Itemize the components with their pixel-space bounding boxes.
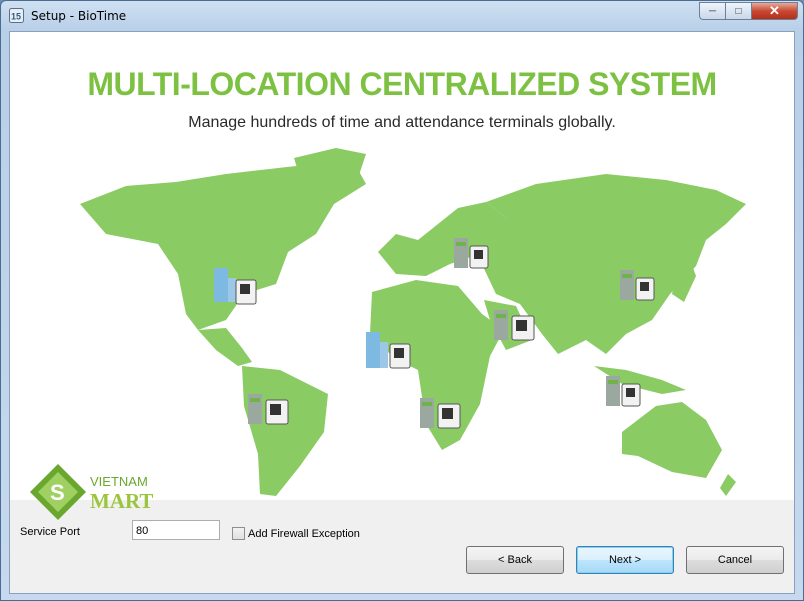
- svg-text:15: 15: [11, 12, 21, 22]
- cancel-button[interactable]: Cancel: [686, 546, 784, 574]
- world-map-illustration: [80, 148, 746, 496]
- minimize-icon: ─: [708, 5, 717, 17]
- maximize-icon: □: [735, 5, 742, 17]
- firewall-exception-checkbox[interactable]: [232, 527, 245, 540]
- service-port-label: Service Port: [20, 526, 80, 538]
- vietnam-smart-watermark-logo: S VIETNAM MART: [30, 464, 153, 520]
- banner-image: MULTI-LOCATION CENTRALIZED SYSTEM Manage…: [10, 32, 794, 500]
- wizard-client-area: MULTI-LOCATION CENTRALIZED SYSTEM Manage…: [9, 31, 795, 594]
- next-button[interactable]: Next >: [576, 546, 674, 574]
- title-bar[interactable]: 15 Setup - BioTime ─ □ ✕: [1, 1, 803, 31]
- setup-window: 15 Setup - BioTime ─ □ ✕ MULTI-LOCATION …: [0, 0, 804, 601]
- minimize-button[interactable]: ─: [699, 2, 726, 20]
- banner-headline: MULTI-LOCATION CENTRALIZED SYSTEM: [87, 66, 717, 102]
- close-icon: ✕: [769, 3, 780, 18]
- banner-subheadline: Manage hundreds of time and attendance t…: [188, 114, 616, 131]
- firewall-exception-label[interactable]: Add Firewall Exception: [248, 528, 360, 540]
- service-port-input[interactable]: [132, 520, 220, 540]
- continents: [80, 148, 746, 496]
- svg-text:S: S: [50, 480, 65, 505]
- close-button[interactable]: ✕: [752, 2, 798, 20]
- watermark-line2: MART: [90, 489, 153, 513]
- maximize-button[interactable]: □: [726, 2, 752, 20]
- watermark-line1: VIETNAM: [90, 474, 148, 489]
- window-title: Setup - BioTime: [31, 9, 127, 23]
- back-button[interactable]: < Back: [466, 546, 564, 574]
- biotime-app-icon: 15: [9, 8, 24, 23]
